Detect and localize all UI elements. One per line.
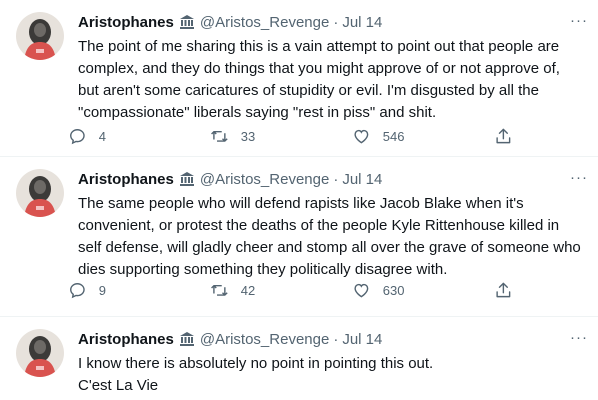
retweet-icon: [211, 130, 228, 142]
tweet-text-line: The same people who will defend rapists …: [78, 195, 581, 278]
tweet-text-line: I know there is absolutely no point in p…: [78, 355, 434, 372]
more-options-button[interactable]: ···: [570, 329, 588, 346]
timestamp[interactable]: Jul 14: [342, 14, 382, 31]
heart-icon: [354, 283, 369, 298]
avatar[interactable]: [16, 12, 64, 60]
tweet-text: The point of me sharing this is a vain a…: [78, 36, 584, 124]
avatar[interactable]: [16, 169, 64, 217]
like-button[interactable]: 546: [352, 127, 462, 146]
tweet[interactable]: Aristophanes @Aristos_Revenge · Jul 14 ·…: [0, 317, 598, 400]
retweet-button[interactable]: 33: [210, 127, 320, 146]
tweet-text: I know there is absolutely no point in p…: [78, 353, 584, 397]
like-count: 630: [382, 282, 405, 298]
like-button[interactable]: 630: [352, 281, 462, 300]
tweet-text: The same people who will defend rapists …: [78, 193, 584, 281]
reply-icon: [70, 282, 85, 298]
tweet[interactable]: Aristophanes @Aristos_Revenge · Jul 14 ·…: [0, 0, 598, 157]
avatar[interactable]: [16, 329, 64, 377]
heart-icon: [354, 129, 369, 144]
retweet-count: 42: [240, 282, 256, 298]
action-bar: 4 33 546: [68, 124, 518, 148]
separator: ·: [333, 13, 339, 31]
government-building-icon: [179, 331, 195, 347]
action-bar: 9 42 630: [68, 278, 518, 302]
separator: ·: [333, 330, 339, 348]
timestamp[interactable]: Jul 14: [342, 171, 382, 188]
like-count: 546: [382, 128, 405, 144]
government-building-icon: [179, 171, 195, 187]
separator: ·: [333, 170, 339, 188]
author-name[interactable]: Aristophanes: [78, 331, 174, 348]
tweet-text-line: C'est La Vie: [78, 377, 159, 394]
more-options-button[interactable]: ···: [570, 169, 588, 186]
retweet-count: 33: [240, 128, 256, 144]
author-handle[interactable]: @Aristos_Revenge: [200, 171, 329, 188]
reply-icon: [70, 128, 85, 144]
reply-button[interactable]: 4: [68, 127, 178, 146]
author-name[interactable]: Aristophanes: [78, 14, 174, 31]
share-icon: [496, 128, 511, 143]
more-options-button[interactable]: ···: [570, 12, 588, 29]
share-icon: [496, 282, 511, 297]
author-name[interactable]: Aristophanes: [78, 171, 174, 188]
share-button[interactable]: [494, 127, 518, 146]
timestamp[interactable]: Jul 14: [342, 331, 382, 348]
share-button[interactable]: [494, 281, 518, 300]
reply-button[interactable]: 9: [68, 281, 178, 300]
reply-count: 9: [98, 282, 106, 298]
government-building-icon: [179, 14, 195, 30]
tweet-text-line: The point of me sharing this is a vain a…: [78, 38, 560, 121]
author-handle[interactable]: @Aristos_Revenge: [200, 331, 329, 348]
author-handle[interactable]: @Aristos_Revenge: [200, 14, 329, 31]
retweet-button[interactable]: 42: [210, 281, 320, 300]
retweet-icon: [211, 284, 228, 296]
reply-count: 4: [98, 128, 106, 144]
tweet[interactable]: Aristophanes @Aristos_Revenge · Jul 14 ·…: [0, 157, 598, 317]
